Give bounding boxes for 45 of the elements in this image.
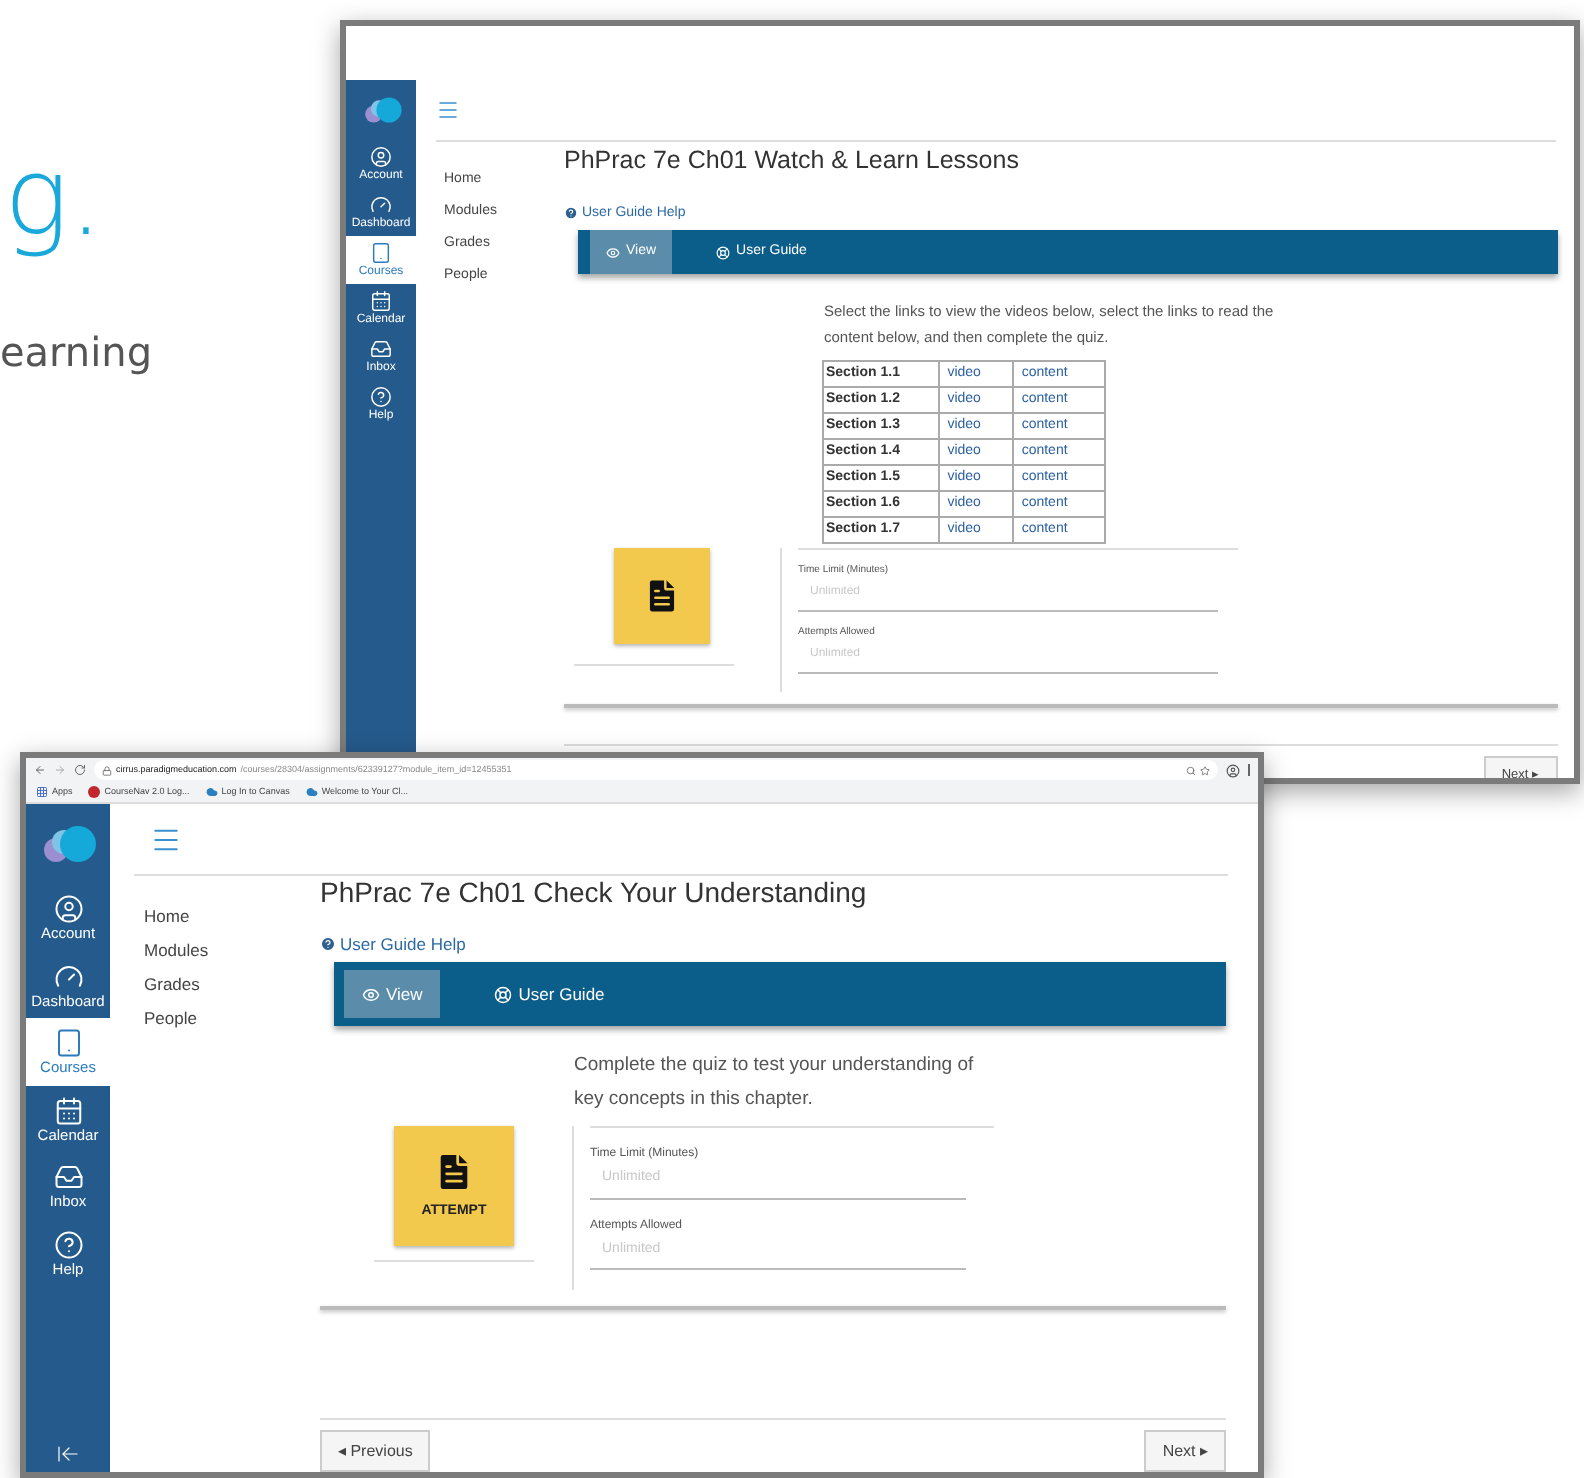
cloud-icon <box>205 786 218 798</box>
next-button[interactable]: Next ▸ <box>1144 1430 1226 1472</box>
inbox-icon <box>53 1162 83 1192</box>
help-icon <box>564 206 578 221</box>
lock-icon <box>102 765 112 775</box>
star-icon[interactable] <box>1199 765 1209 775</box>
profile-icon[interactable] <box>1225 763 1239 777</box>
calendar-icon <box>370 290 392 312</box>
toolbar-button[interactable]: User Guide <box>476 970 623 1019</box>
inbox-icon <box>370 338 392 360</box>
tablet-icon <box>53 1028 83 1058</box>
quiz-tile[interactable] <box>614 548 710 645</box>
tablet-icon <box>370 242 392 264</box>
collapse-icon[interactable] <box>56 1442 80 1466</box>
course-nav-link[interactable]: People <box>144 1008 320 1028</box>
calendar-icon <box>53 1095 83 1125</box>
help-icon <box>370 386 392 408</box>
eye-icon <box>606 245 620 260</box>
logo-icon <box>38 824 98 864</box>
help-icon <box>53 1229 83 1259</box>
dashboard-icon <box>370 194 392 216</box>
apps-grid-icon <box>36 786 48 798</box>
previous-button[interactable]: ◂ Previous <box>320 1430 431 1472</box>
account-icon <box>370 146 392 168</box>
account-icon <box>53 894 83 924</box>
lifebuoy-icon <box>716 245 731 260</box>
lifebuoy-icon <box>494 985 513 1004</box>
course-nav-link[interactable]: Home <box>144 906 320 926</box>
dashboard-icon <box>53 961 83 991</box>
zoom-icon[interactable] <box>1185 765 1195 775</box>
help-icon <box>320 935 336 952</box>
help-link[interactable]: User Guide Help <box>320 931 1226 957</box>
cloud-icon <box>305 786 318 798</box>
page-title: PhPrac 7e Ch01 Watch & Learn Lessons <box>564 144 1021 178</box>
eye-icon <box>362 985 380 1004</box>
toolbar-button[interactable]: View <box>344 970 441 1019</box>
headline-text: g. <box>4 144 104 252</box>
course-nav-link[interactable]: Modules <box>144 940 320 960</box>
instructions-text: Complete the quiz to test your understanding of key concepts in this chapter. <box>574 1052 976 1114</box>
page-title: PhPrac 7e Ch01 Check Your Understanding <box>320 876 869 911</box>
menu-icon[interactable] <box>436 98 460 122</box>
back-icon[interactable] <box>34 764 46 776</box>
reload-icon[interactable] <box>74 764 86 776</box>
subheadline-text: earning <box>0 332 153 372</box>
course-nav-link[interactable]: Grades <box>144 974 320 994</box>
